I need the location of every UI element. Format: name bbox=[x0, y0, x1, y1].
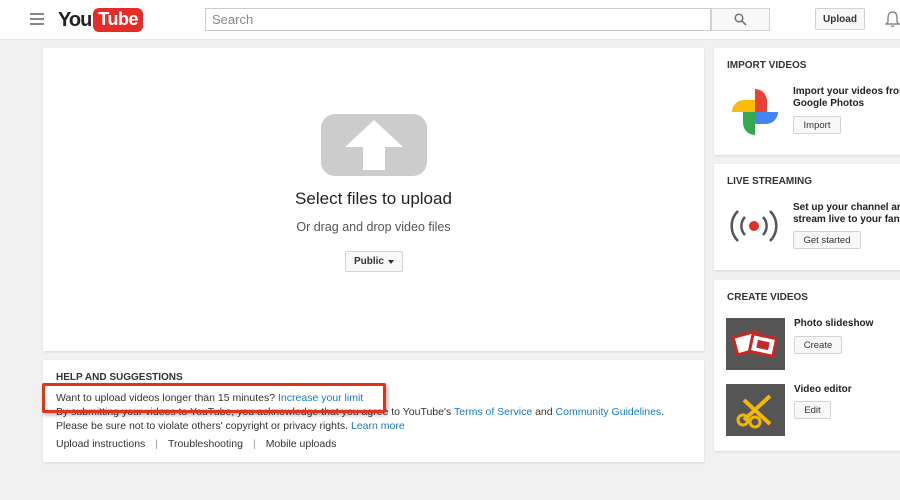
top-header: You Tube Search Upload bbox=[0, 0, 900, 40]
highlight-box bbox=[42, 383, 386, 413]
get-started-button[interactable]: Get started bbox=[793, 231, 861, 249]
upload-instructions-link[interactable]: Upload instructions bbox=[56, 438, 145, 450]
photo-slideshow-label[interactable]: Photo slideshow bbox=[794, 318, 873, 330]
mobile-uploads-link[interactable]: Mobile uploads bbox=[266, 438, 337, 450]
learn-more-link[interactable]: Learn more bbox=[351, 420, 405, 432]
terms-of-service-link[interactable]: Terms of Service bbox=[454, 406, 532, 418]
youtube-logo[interactable]: You Tube bbox=[58, 7, 143, 33]
bell-icon[interactable] bbox=[885, 10, 900, 28]
search-button[interactable] bbox=[711, 8, 770, 31]
search-input[interactable]: Search bbox=[205, 8, 711, 31]
import-heading: IMPORT VIDEOS bbox=[727, 60, 807, 71]
import-button[interactable]: Import bbox=[793, 116, 841, 134]
search-icon bbox=[734, 13, 747, 26]
rights-line: Please be sure not to violate others' co… bbox=[56, 420, 405, 432]
menu-icon[interactable] bbox=[30, 13, 44, 25]
create-button[interactable]: Create bbox=[794, 336, 842, 354]
upload-arrow-icon[interactable] bbox=[321, 114, 427, 176]
divider: | bbox=[252, 438, 256, 450]
caret-down-icon bbox=[388, 259, 394, 264]
divider: | bbox=[155, 438, 159, 450]
scissors-icon bbox=[736, 394, 771, 429]
live-heading: LIVE STREAMING bbox=[727, 176, 813, 187]
upload-button[interactable]: Upload bbox=[815, 8, 865, 30]
drag-drop-hint: Or drag and drop video files bbox=[296, 220, 451, 234]
upload-dropzone[interactable]: Select files to upload Or drag and drop … bbox=[43, 48, 704, 351]
live-description-2: stream live to your fans bbox=[793, 214, 900, 225]
edit-button[interactable]: Edit bbox=[794, 401, 831, 419]
create-videos-panel: CREATE VIDEOS Photo slideshow Create Vid… bbox=[714, 280, 900, 451]
and-text: and bbox=[535, 406, 553, 418]
google-photos-icon bbox=[732, 89, 778, 135]
privacy-label: Public bbox=[353, 256, 384, 267]
help-links-row: Upload instructions | Troubleshooting | … bbox=[56, 438, 336, 450]
select-files-title[interactable]: Select files to upload bbox=[43, 189, 704, 209]
live-streaming-panel: LIVE STREAMING Set up your channel an st… bbox=[714, 164, 900, 270]
video-editor-label[interactable]: Video editor bbox=[794, 384, 852, 396]
community-guidelines-link[interactable]: Community Guidelines bbox=[556, 406, 662, 418]
live-description-1: Set up your channel an bbox=[793, 202, 900, 213]
privacy-dropdown[interactable]: Public bbox=[345, 251, 403, 272]
rights-text: Please be sure not to violate others' co… bbox=[56, 420, 349, 432]
photo-slideshow-thumbnail[interactable] bbox=[726, 318, 785, 370]
help-heading: HELP AND SUGGESTIONS bbox=[56, 372, 183, 383]
create-heading: CREATE VIDEOS bbox=[727, 292, 808, 303]
import-description-2: Google Photos bbox=[793, 98, 865, 109]
import-description-1: Import your videos fron bbox=[793, 86, 900, 97]
photo-slideshow-icon bbox=[730, 329, 778, 359]
troubleshooting-link[interactable]: Troubleshooting bbox=[168, 438, 243, 450]
live-broadcast-icon bbox=[730, 210, 778, 242]
import-videos-panel: IMPORT VIDEOS Import your videos fron Go… bbox=[714, 48, 900, 155]
video-editor-thumbnail[interactable] bbox=[726, 384, 785, 436]
